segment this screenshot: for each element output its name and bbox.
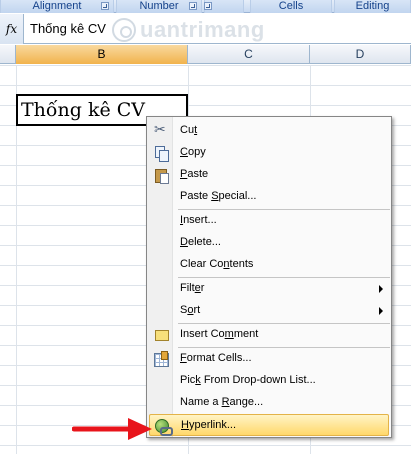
menu-item-insert-comment[interactable]: Insert Comment <box>149 324 389 346</box>
ribbon-group-cells-label: Cells <box>278 0 304 12</box>
ribbon-group-cells: Cells <box>250 0 332 13</box>
number-dialog-launcher-icon[interactable] <box>189 2 197 10</box>
watermark-circle-icon <box>112 18 136 42</box>
menu-item-format-cells[interactable]: Format Cells... <box>149 348 389 370</box>
menu-item-cut[interactable]: Cut <box>149 120 389 142</box>
menu-item-label: Insert Comment <box>180 328 259 340</box>
menu-item-label: Copy <box>180 146 206 158</box>
ribbon-group-alignment: Alignment <box>0 0 114 13</box>
ribbon-group-alignment-label: Alignment <box>32 0 82 12</box>
ribbon-group-editing: Editing <box>334 0 411 13</box>
submenu-arrow-icon <box>379 307 383 315</box>
menu-item-copy[interactable]: Copy <box>149 142 389 164</box>
format-cells-icon <box>153 351 169 367</box>
context-menu: Cut Copy Paste Paste Special... Insert..… <box>146 116 392 438</box>
submenu-arrow-icon <box>379 285 383 293</box>
menu-item-paste[interactable]: Paste <box>149 164 389 186</box>
menu-item-clear-contents[interactable]: Clear Contents <box>149 254 389 276</box>
alignment-dialog-launcher-icon[interactable] <box>101 2 109 10</box>
menu-item-label: Hyperlink... <box>181 419 237 431</box>
watermark-text: uantrimang <box>140 17 265 42</box>
formula-input[interactable]: Thống kê CV <box>30 21 106 36</box>
column-header-b[interactable]: B <box>16 45 188 64</box>
copy-icon <box>153 145 169 162</box>
scissors-icon <box>153 121 169 139</box>
menu-item-label: Name a Range... <box>180 396 264 408</box>
comment-icon <box>153 327 169 343</box>
clipboard-paste-icon <box>153 167 169 184</box>
menu-item-label: Cut <box>180 124 198 136</box>
menu-item-pick-from-list[interactable]: Pick From Drop-down List... <box>149 370 389 392</box>
watermark-logo: uantrimang <box>112 16 265 44</box>
menu-item-filter[interactable]: Filter <box>149 278 389 300</box>
ribbon-group-number-label: Number <box>139 0 179 12</box>
styles-dialog-launcher-icon[interactable] <box>204 2 212 10</box>
menu-item-delete[interactable]: Delete... <box>149 232 389 254</box>
menu-item-sort[interactable]: Sort <box>149 300 389 322</box>
menu-item-label: Paste Special... <box>180 190 257 202</box>
menu-item-label: Clear Contents <box>180 258 254 270</box>
menu-item-label: Format Cells... <box>180 352 252 364</box>
insert-function-button[interactable]: fx <box>0 14 24 44</box>
column-header-d[interactable]: D <box>310 45 411 64</box>
menu-item-label: Filter <box>180 282 205 294</box>
menu-item-insert[interactable]: Insert... <box>149 210 389 232</box>
menu-item-label: Sort <box>180 304 201 316</box>
menu-item-label: Delete... <box>180 236 221 248</box>
column-header-a[interactable] <box>0 45 16 64</box>
hyperlink-globe-icon <box>154 418 173 436</box>
ribbon-group-editing-label: Editing <box>355 0 390 12</box>
menu-item-label: Insert... <box>180 214 217 226</box>
column-header-c[interactable]: C <box>188 45 310 64</box>
red-arrow-annotation-icon <box>72 418 152 440</box>
menu-item-name-a-range[interactable]: Name a Range... <box>149 392 389 414</box>
menu-item-label: Paste <box>180 168 209 180</box>
menu-item-hyperlink[interactable]: Hyperlink... <box>149 414 389 436</box>
menu-item-label: Pick From Drop-down List... <box>180 374 316 386</box>
menu-item-paste-special[interactable]: Paste Special... <box>149 186 389 208</box>
ribbon-group-strip: Alignment Number Cells Editing <box>0 0 411 13</box>
column-headers: B C D <box>0 45 411 64</box>
